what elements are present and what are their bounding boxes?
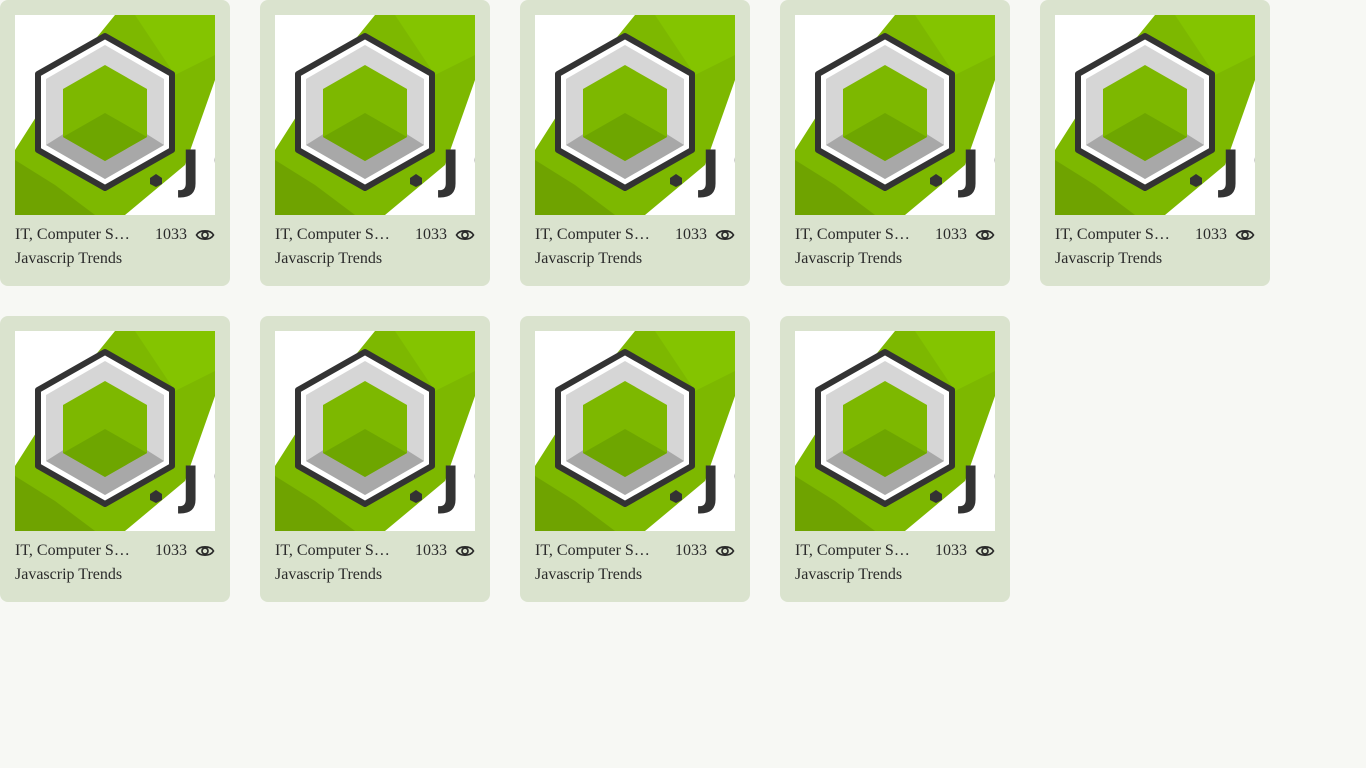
svg-text:J: J: [1218, 140, 1240, 200]
article-title[interactable]: Javascrip Trends: [275, 565, 475, 585]
view-count: 1033: [675, 226, 707, 243]
article-thumbnail[interactable]: J S: [15, 331, 215, 531]
eye-icon: [715, 546, 735, 556]
article-card[interactable]: J S IT, Computer Science 1033 Javascrip …: [780, 0, 1010, 286]
article-card[interactable]: J S IT, Computer Science 1033 Javascrip …: [520, 316, 750, 602]
view-count: 1033: [155, 542, 187, 559]
article-title[interactable]: Javascrip Trends: [15, 565, 215, 585]
card-meta: IT, Computer Science 1033: [1055, 225, 1255, 245]
article-card[interactable]: J S IT, Computer Science 1033 Javascrip …: [0, 316, 230, 602]
article-thumbnail[interactable]: J S: [275, 15, 475, 215]
svg-text:S: S: [1251, 140, 1255, 200]
view-count: 1033: [675, 542, 707, 559]
card-meta: IT, Computer Science 1033: [275, 225, 475, 245]
article-thumbnail[interactable]: J S: [795, 15, 995, 215]
card-meta: IT, Computer Science 1033: [15, 541, 215, 561]
article-title[interactable]: Javascrip Trends: [535, 249, 735, 269]
view-count: 1033: [415, 226, 447, 243]
category-label: IT, Computer Science: [15, 226, 133, 243]
category-label: IT, Computer Science: [795, 542, 913, 559]
svg-text:J: J: [958, 456, 980, 516]
article-title[interactable]: Javascrip Trends: [795, 249, 995, 269]
article-card[interactable]: J S IT, Computer Science 1033 Javascrip …: [1040, 0, 1270, 286]
category-label: IT, Computer Science: [535, 542, 653, 559]
js-hexagon-logo: J S: [535, 15, 735, 215]
svg-text:S: S: [471, 140, 475, 200]
view-count: 1033: [1195, 226, 1227, 243]
js-hexagon-logo: J S: [275, 331, 475, 531]
article-title[interactable]: Javascrip Trends: [275, 249, 475, 269]
article-thumbnail[interactable]: J S: [535, 15, 735, 215]
view-count: 1033: [155, 226, 187, 243]
eye-icon: [195, 546, 215, 556]
eye-icon: [195, 230, 215, 240]
category-label: IT, Computer Science: [15, 542, 133, 559]
svg-text:S: S: [471, 456, 475, 516]
svg-text:J: J: [438, 140, 460, 200]
svg-text:J: J: [958, 140, 980, 200]
js-hexagon-logo: J S: [275, 15, 475, 215]
article-card[interactable]: J S IT, Computer Science 1033 Javascrip …: [0, 0, 230, 286]
card-meta: IT, Computer Science 1033: [15, 225, 215, 245]
article-title[interactable]: Javascrip Trends: [535, 565, 735, 585]
card-grid: J S IT, Computer Science 1033 Javascrip …: [0, 0, 1366, 768]
eye-icon: [455, 230, 475, 240]
category-label: IT, Computer Science: [795, 226, 913, 243]
view-count: 1033: [415, 542, 447, 559]
svg-text:J: J: [698, 456, 720, 516]
svg-text:J: J: [178, 140, 200, 200]
article-thumbnail[interactable]: J S: [15, 15, 215, 215]
view-count: 1033: [935, 542, 967, 559]
svg-text:J: J: [698, 140, 720, 200]
svg-text:S: S: [991, 456, 995, 516]
js-hexagon-logo: J S: [535, 331, 735, 531]
category-label: IT, Computer Science: [275, 542, 393, 559]
js-hexagon-logo: J S: [1055, 15, 1255, 215]
eye-icon: [1235, 230, 1255, 240]
svg-text:S: S: [991, 140, 995, 200]
eye-icon: [975, 230, 995, 240]
category-label: IT, Computer Science: [535, 226, 653, 243]
article-thumbnail[interactable]: J S: [535, 331, 735, 531]
js-hexagon-logo: J S: [795, 331, 995, 531]
svg-text:J: J: [178, 456, 200, 516]
article-card[interactable]: J S IT, Computer Science 1033 Javascrip …: [260, 316, 490, 602]
category-label: IT, Computer Science: [1055, 226, 1173, 243]
article-thumbnail[interactable]: J S: [1055, 15, 1255, 215]
eye-icon: [455, 546, 475, 556]
eye-icon: [975, 546, 995, 556]
eye-icon: [715, 230, 735, 240]
article-title[interactable]: Javascrip Trends: [1055, 249, 1255, 269]
article-thumbnail[interactable]: J S: [275, 331, 475, 531]
js-hexagon-logo: J S: [795, 15, 995, 215]
article-thumbnail[interactable]: J S: [795, 331, 995, 531]
card-meta: IT, Computer Science 1033: [535, 541, 735, 561]
svg-text:S: S: [211, 456, 215, 516]
svg-text:S: S: [731, 456, 735, 516]
article-card[interactable]: J S IT, Computer Science 1033 Javascrip …: [780, 316, 1010, 602]
article-title[interactable]: Javascrip Trends: [15, 249, 215, 269]
svg-text:S: S: [211, 140, 215, 200]
js-hexagon-logo: J S: [15, 15, 215, 215]
svg-text:S: S: [731, 140, 735, 200]
svg-text:J: J: [438, 456, 460, 516]
category-label: IT, Computer Science: [275, 226, 393, 243]
card-meta: IT, Computer Science 1033: [795, 225, 995, 245]
card-meta: IT, Computer Science 1033: [275, 541, 475, 561]
js-hexagon-logo: J S: [15, 331, 215, 531]
card-meta: IT, Computer Science 1033: [795, 541, 995, 561]
article-card[interactable]: J S IT, Computer Science 1033 Javascrip …: [520, 0, 750, 286]
article-title[interactable]: Javascrip Trends: [795, 565, 995, 585]
article-card[interactable]: J S IT, Computer Science 1033 Javascrip …: [260, 0, 490, 286]
card-meta: IT, Computer Science 1033: [535, 225, 735, 245]
view-count: 1033: [935, 226, 967, 243]
